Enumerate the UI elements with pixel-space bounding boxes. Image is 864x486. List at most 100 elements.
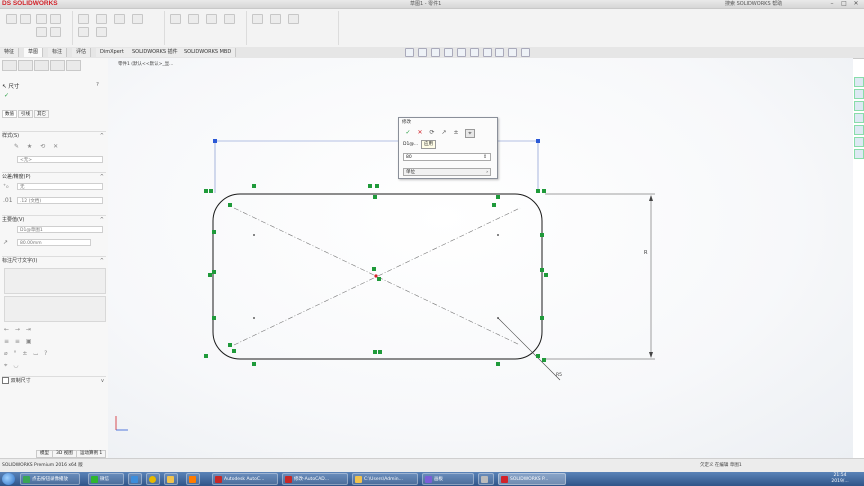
ok-check-icon[interactable]: ✓ [4, 92, 9, 99]
search-help[interactable]: 搜索 SOLIDWORKS 帮助 [725, 0, 782, 8]
dimension-text-box-1[interactable] [4, 268, 106, 294]
collapse-icon[interactable]: ^ [100, 257, 104, 265]
selected-endpoint[interactable] [536, 139, 540, 143]
radius-leader-line[interactable] [497, 317, 561, 381]
section-view-icon[interactable] [443, 48, 453, 57]
minimize-icon[interactable]: – [826, 0, 838, 8]
repair-sketch-icon[interactable] [188, 14, 199, 24]
property-manager-tab-icon[interactable] [18, 60, 33, 71]
primary-value-field[interactable]: 80.00mm [17, 239, 91, 246]
arc-center-point[interactable] [497, 234, 499, 236]
tab-3d-views[interactable]: 3D 视图 [52, 450, 77, 458]
section-dimension-text[interactable]: 标注尺寸文字(I) ^ [2, 256, 106, 265]
style-icons-row[interactable]: ✎ ★ ⟲ ✕ [14, 143, 61, 150]
instant2d-icon[interactable] [252, 14, 263, 24]
collapse-icon[interactable]: v [101, 377, 104, 385]
section-dual-dimension[interactable]: 双制尺寸 v [2, 376, 106, 385]
custom-properties-icon[interactable] [854, 137, 864, 147]
smart-dimension-icon[interactable] [20, 14, 31, 24]
tab-markup[interactable]: 标注 [48, 48, 68, 57]
dimension-name-row[interactable]: D1@... [403, 141, 493, 149]
feature-manager-tab-icon[interactable] [2, 60, 17, 71]
convert-entities-icon[interactable] [96, 14, 107, 24]
hide-show-icon[interactable] [482, 48, 492, 57]
radius-dimension-label[interactable]: R5 [556, 372, 562, 378]
arc-center-point[interactable] [253, 234, 255, 236]
scene-icon[interactable] [508, 48, 518, 57]
section-style[interactable]: 样式(S) ^ [2, 131, 106, 140]
tab-mbd[interactable]: SOLIDWORKS MBD [180, 48, 237, 57]
taskbar-pin[interactable] [478, 473, 494, 485]
maximize-icon[interactable]: □ [838, 0, 850, 8]
rectangle-icon[interactable] [50, 14, 61, 24]
offset-icon[interactable] [114, 14, 125, 24]
taskbar-item-active[interactable]: SOLIDWORKS P... [498, 473, 566, 485]
collapse-icon[interactable]: ^ [100, 132, 104, 140]
tab-features[interactable]: 特征 [0, 48, 20, 57]
taskbar-media[interactable] [186, 473, 200, 485]
view-orientation-icon[interactable] [456, 48, 466, 57]
move-entities-icon[interactable] [96, 27, 107, 37]
more-symbol-icons[interactable]: ⌖ ◡ [4, 362, 21, 370]
tolerance-type-dropdown[interactable]: 无 [17, 183, 103, 190]
previous-view-icon[interactable] [430, 48, 440, 57]
taskbar-chrome[interactable] [146, 473, 160, 485]
tab-motion-study[interactable]: 运动算例 1 [76, 450, 107, 458]
help-icon[interactable]: ? [96, 82, 99, 88]
taskbar-item[interactable]: 修改-AutoCAD... [282, 473, 348, 485]
configuration-manager-tab-icon[interactable] [34, 60, 49, 71]
cancel-x-icon[interactable]: ✕ [416, 129, 424, 136]
taskbar-ie[interactable] [128, 473, 142, 485]
spin-arrows-icon[interactable]: ⇕ [483, 154, 487, 160]
dual-dimension-checkbox[interactable] [2, 377, 9, 384]
taskbar-item[interactable]: C:\Users\Admin... [352, 473, 418, 485]
close-icon[interactable]: ✕ [850, 0, 862, 8]
dimxpert-manager-tab-icon[interactable] [50, 60, 65, 71]
vertical-dimension-label[interactable]: R [644, 250, 648, 256]
symbol-icons[interactable]: ⌀ ° ± ⌴ ? [4, 350, 49, 358]
units-dropdown[interactable]: 单位 › [403, 168, 491, 176]
reverse-icon[interactable]: ↗ [440, 129, 448, 136]
subtab-other[interactable]: 其它 [34, 110, 49, 118]
pin-icon[interactable]: ⌖ [465, 129, 475, 138]
section-primary-value[interactable]: 主要值(V) ^ [2, 215, 106, 224]
collapse-icon[interactable]: ^ [100, 173, 104, 181]
forum-icon[interactable] [854, 149, 864, 159]
view-settings-icon[interactable] [521, 48, 531, 57]
subtab-leaders[interactable]: 引线 [18, 110, 33, 118]
display-relations-icon[interactable] [170, 14, 181, 24]
tab-evaluate[interactable]: 评估 [72, 48, 92, 57]
zoom-area-icon[interactable] [417, 48, 427, 57]
quick-snaps-icon[interactable] [206, 14, 217, 24]
taskbar-item[interactable]: 点击按钮录像播放 [20, 473, 80, 485]
taskbar-item[interactable]: 微信 [88, 473, 124, 485]
system-clock[interactable]: 21:54 2019/... [820, 473, 860, 485]
appearance-icon[interactable] [495, 48, 505, 57]
taskbar-item[interactable]: 画板 [422, 473, 474, 485]
view-palette-icon[interactable] [854, 113, 864, 123]
precision-dropdown[interactable]: .12 (文档) [17, 197, 103, 204]
circle-icon[interactable] [36, 27, 47, 37]
rebuild-icon[interactable]: ⟳ [428, 129, 436, 136]
modify-dimension-dialog[interactable]: 修改 ✓ ✕ ⟳ ↗ ± ⌖ D1@... 应用 80 ⇕ 单位 › [398, 117, 498, 179]
text-align-icons[interactable]: ≡ ≡ ▣ [4, 338, 34, 345]
display-manager-tab-icon[interactable] [66, 60, 81, 71]
arc-icon[interactable] [50, 27, 61, 37]
mark-for-drawing-icon[interactable]: ± [452, 129, 460, 136]
display-style-icon[interactable] [469, 48, 479, 57]
tab-dimxpert[interactable]: DimXpert [96, 48, 129, 57]
taskbar-item[interactable]: Autodesk AutoC... [212, 473, 278, 485]
appearances-icon[interactable] [854, 125, 864, 135]
file-explorer-icon[interactable] [854, 101, 864, 111]
section-tolerance[interactable]: 公差/精度(P) ^ [2, 172, 106, 181]
line-icon[interactable] [36, 14, 47, 24]
dimension-text-box-2[interactable] [4, 296, 106, 322]
arc-center-point[interactable] [253, 317, 255, 319]
dimension-value-input[interactable]: 80 [403, 153, 491, 161]
sketch-icon[interactable] [6, 14, 17, 24]
linear-pattern-icon[interactable] [78, 27, 89, 37]
start-button-icon[interactable] [2, 473, 15, 485]
selected-endpoint[interactable] [213, 139, 217, 143]
shaded-sketch-icon[interactable] [270, 14, 281, 24]
taskbar-folder[interactable] [164, 473, 178, 485]
